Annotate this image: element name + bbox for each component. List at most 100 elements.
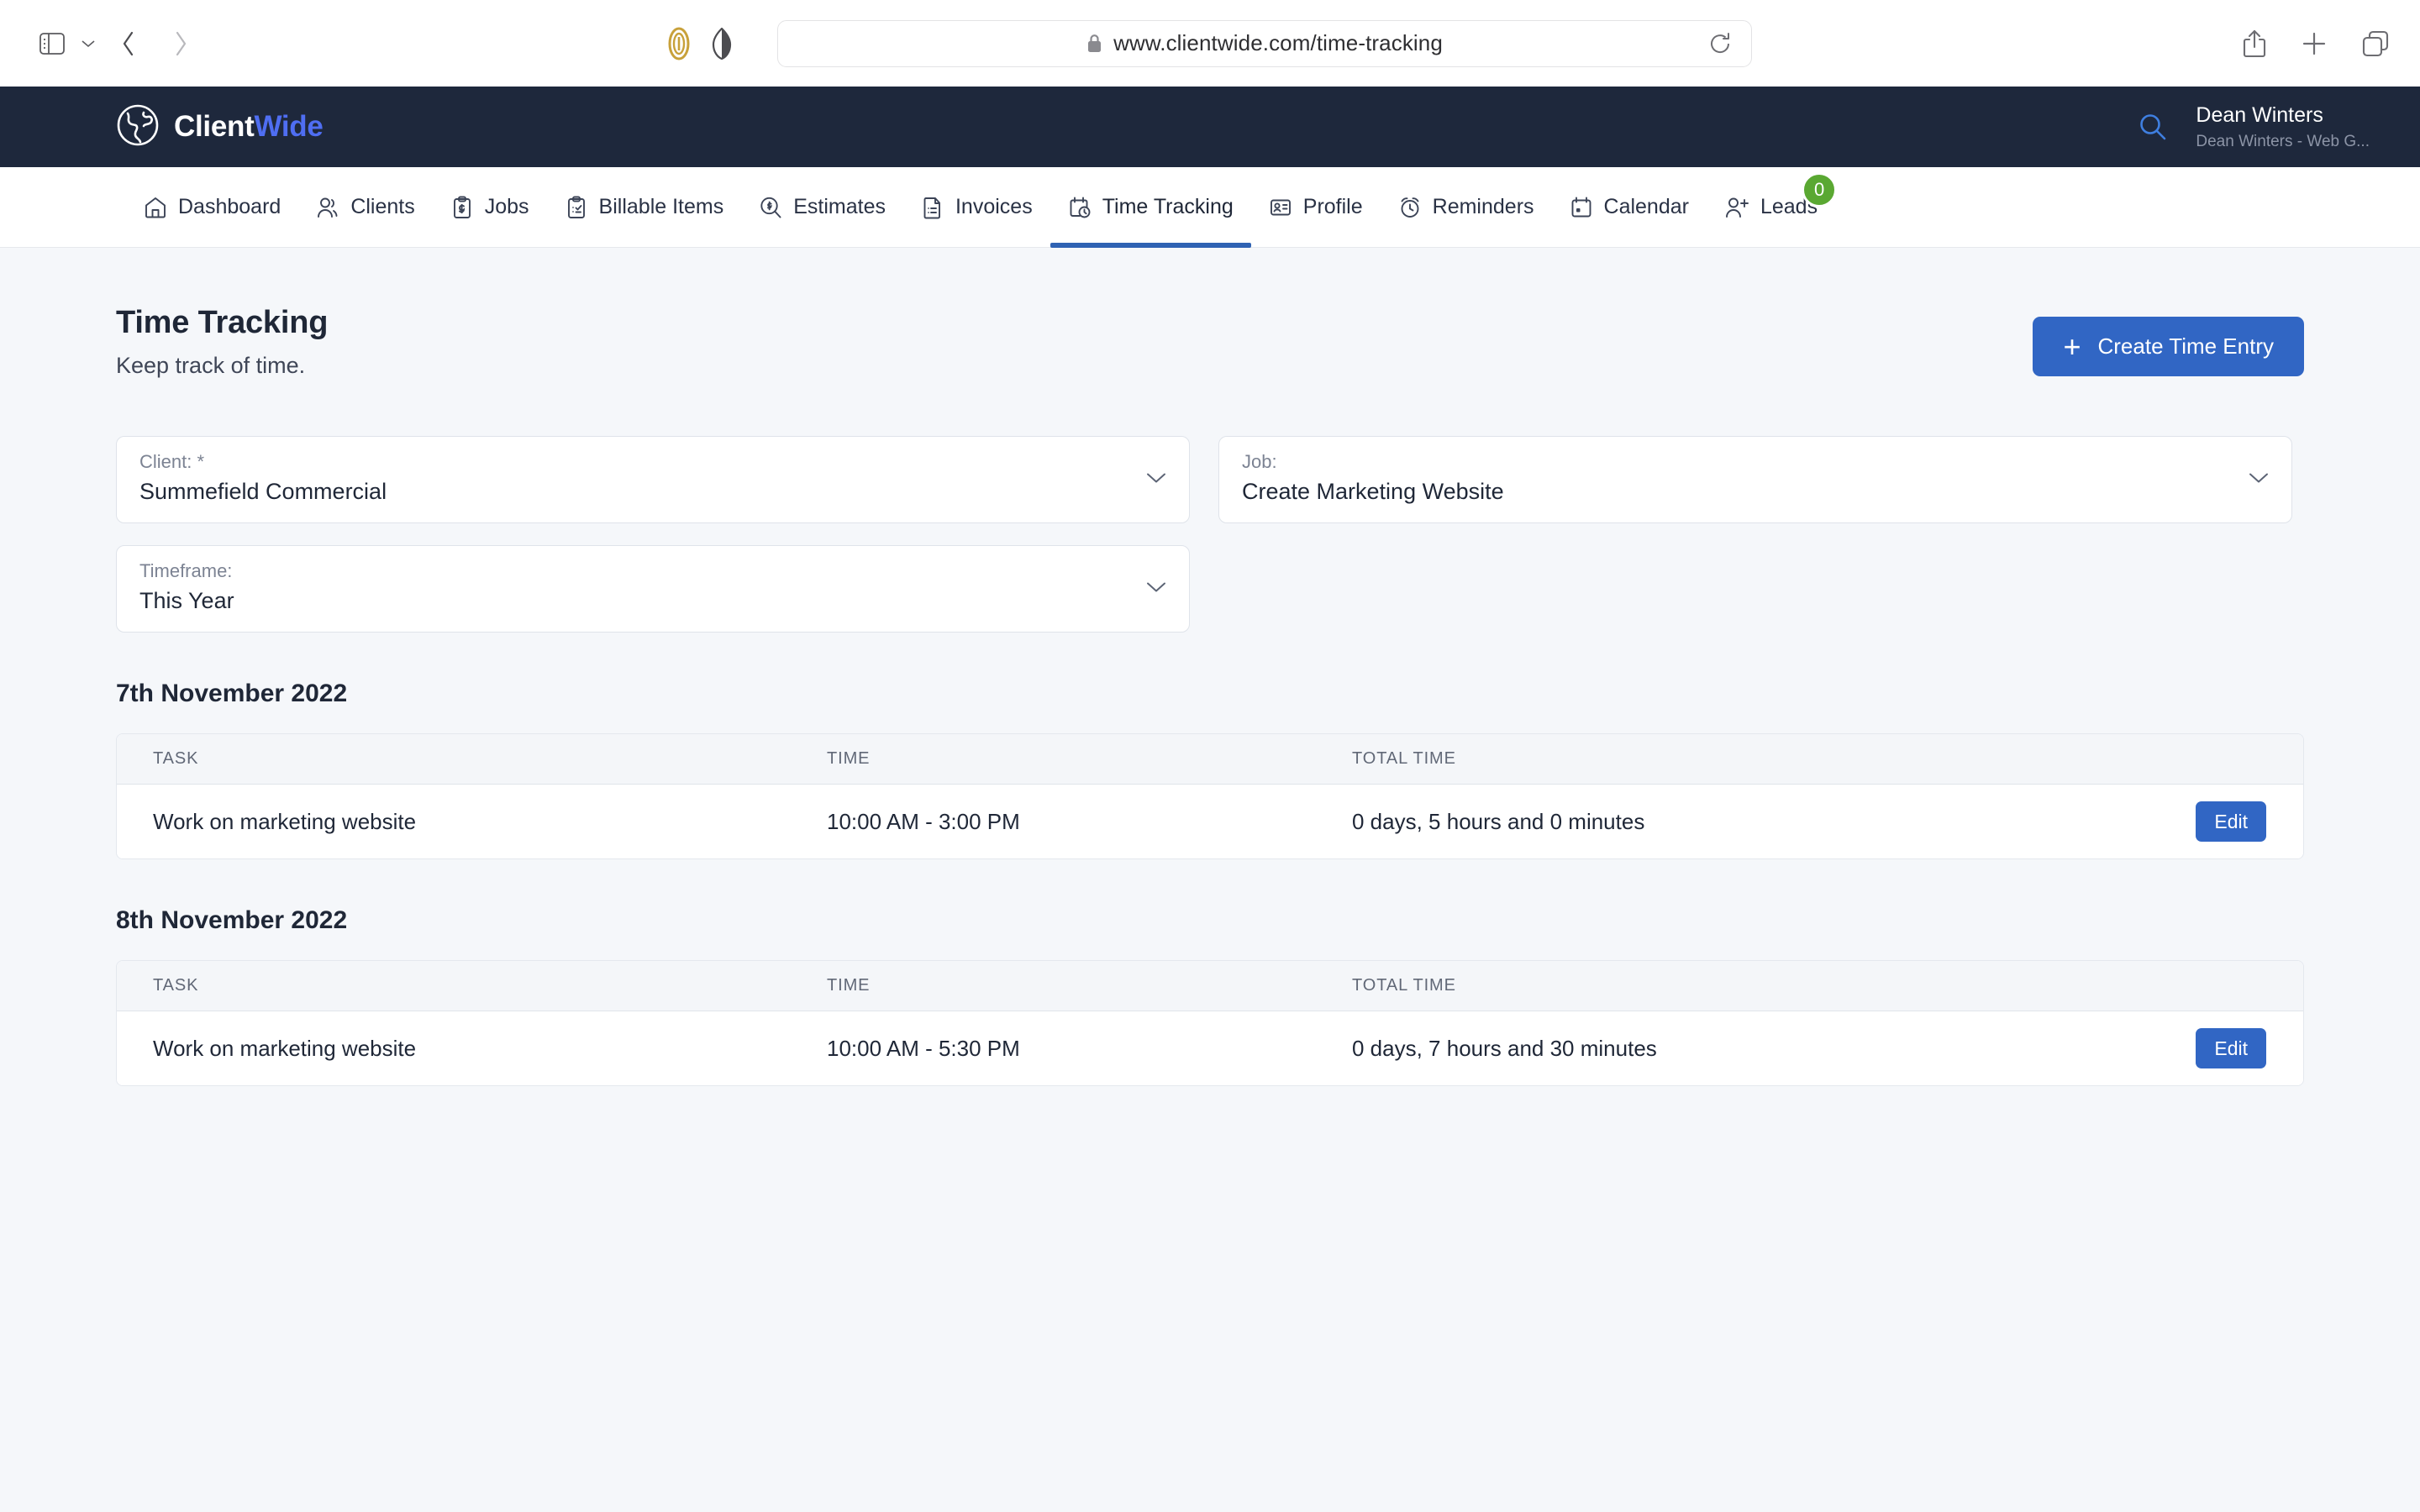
id-card-icon <box>1269 196 1292 219</box>
share-icon[interactable] <box>2242 29 2267 59</box>
cell-time: 10:00 AM - 3:00 PM <box>827 808 1020 834</box>
nav-label: Billable Items <box>598 195 724 218</box>
column-header-total: TOTAL TIME <box>1352 976 1456 995</box>
leads-badge: 0 <box>1802 172 1838 207</box>
nav-item-reminders[interactable]: Reminders <box>1381 167 1552 247</box>
user-name: Dean Winters <box>2196 102 2323 127</box>
chevron-down-icon <box>1145 471 1167 489</box>
job-select-value: Create Marketing Website <box>1242 479 1504 504</box>
browser-nav-controls <box>30 22 207 66</box>
alarm-clock-icon <box>1398 196 1422 219</box>
nav-label: Dashboard <box>178 195 281 218</box>
column-header-task: TASK <box>153 749 199 768</box>
date-heading: 8th November 2022 <box>116 906 348 934</box>
date-heading: 7th November 2022 <box>116 680 348 707</box>
nav-label: Invoices <box>955 195 1033 218</box>
table-row: Work on marketing website 10:00 AM - 5:3… <box>117 1011 2303 1085</box>
timeframe-select-value: This Year <box>139 588 234 613</box>
filter-panel: Client: * Summefield Commercial Job: Cre… <box>116 436 2304 633</box>
nav-item-leads[interactable]: Leads 0 <box>1707 167 1838 247</box>
calendar-icon <box>1570 196 1593 219</box>
time-entries-table: TASK TIME TOTAL TIME Work on marketing w… <box>116 960 2304 1086</box>
page-subtitle: Keep track of time. <box>116 353 306 378</box>
time-entries-table: TASK TIME TOTAL TIME Work on marketing w… <box>116 733 2304 859</box>
column-header-time: TIME <box>827 976 871 995</box>
app-header: ClientWide Dean Winters Dean Winters - W… <box>0 87 2420 167</box>
plus-icon[interactable] <box>2301 30 2328 57</box>
edit-button[interactable]: Edit <box>2196 801 2266 842</box>
address-bar[interactable]: www.clientwide.com/time-tracking <box>777 19 1752 67</box>
table-header-row: TASK TIME TOTAL TIME <box>117 734 2303 785</box>
nav-item-dashboard[interactable]: Dashboard <box>126 167 298 247</box>
app-logo[interactable]: ClientWide <box>116 103 324 151</box>
date-group: 7th November 2022 TASK TIME TOTAL TIME W… <box>116 680 2304 859</box>
page-header: Time Tracking Keep track of time. + Crea… <box>116 248 2304 379</box>
globe-icon <box>116 103 160 151</box>
privacy-shield-icon[interactable] <box>712 27 732 60</box>
nav-label: Estimates <box>793 195 886 218</box>
calendar-clock-icon <box>1068 196 1092 219</box>
nav-item-billable-items[interactable]: Billable Items <box>547 167 742 247</box>
extension-icon[interactable] <box>668 27 690 60</box>
chevron-down-icon <box>2248 471 2270 489</box>
logo-text-primary: Client <box>174 110 255 143</box>
home-icon <box>144 196 167 219</box>
user-subtitle: Dean Winters - Web G... <box>2196 132 2370 150</box>
nav-item-time-tracking[interactable]: Time Tracking <box>1050 167 1251 248</box>
filter-row-1: Client: * Summefield Commercial Job: Cre… <box>116 436 2304 523</box>
chevron-down-icon <box>1145 580 1167 598</box>
client-select-label: Client: * <box>139 451 205 472</box>
filter-row-2: Timeframe: This Year <box>116 545 2304 633</box>
document-icon <box>921 196 944 219</box>
clipboard-check-icon <box>565 196 588 219</box>
cell-task: Work on marketing website <box>153 808 417 834</box>
browser-extension-icons <box>668 27 732 60</box>
chevron-down-icon[interactable] <box>74 22 103 66</box>
nav-item-clients[interactable]: Clients <box>298 167 432 247</box>
user-info[interactable]: Dean Winters Dean Winters - Web G... <box>2196 102 2370 152</box>
plus-icon: + <box>2063 328 2081 364</box>
browser-toolbar: www.clientwide.com/time-tracking <box>0 0 2420 87</box>
column-header-time: TIME <box>827 749 871 768</box>
nav-item-invoices[interactable]: Invoices <box>903 167 1050 247</box>
edit-button[interactable]: Edit <box>2196 1028 2266 1068</box>
nav-label: Jobs <box>484 195 529 218</box>
nav-label: Profile <box>1302 195 1363 218</box>
nav-item-jobs[interactable]: Jobs <box>433 167 547 247</box>
date-group: 8th November 2022 TASK TIME TOTAL TIME W… <box>116 906 2304 1086</box>
tab-overview-icon[interactable] <box>2361 29 2390 58</box>
client-select-value: Summefield Commercial <box>139 479 387 504</box>
reload-icon[interactable] <box>1707 31 1733 56</box>
table-row: Work on marketing website 10:00 AM - 3:0… <box>117 785 2303 858</box>
timeframe-select[interactable]: Timeframe: This Year <box>116 545 1190 633</box>
table-header-row: TASK TIME TOTAL TIME <box>117 961 2303 1011</box>
url-text: www.clientwide.com/time-tracking <box>1113 30 1443 55</box>
users-icon <box>316 196 339 219</box>
back-arrow-icon[interactable] <box>103 22 155 66</box>
cell-total: 0 days, 7 hours and 30 minutes <box>1352 1035 1657 1061</box>
clipboard-dollar-icon <box>450 196 474 219</box>
cell-total: 0 days, 5 hours and 0 minutes <box>1352 808 1645 834</box>
sidebar-toggle-icon[interactable] <box>30 22 74 66</box>
forward-arrow-icon[interactable] <box>155 22 207 66</box>
job-select-label: Job: <box>1242 451 1277 472</box>
create-time-entry-button[interactable]: + Create Time Entry <box>2033 317 2304 376</box>
nav-item-profile[interactable]: Profile <box>1251 167 1381 247</box>
cell-task: Work on marketing website <box>153 1035 417 1061</box>
nav-label: Clients <box>350 195 415 218</box>
magnifier-dollar-icon <box>759 196 782 219</box>
logo-text-secondary: Wide <box>254 110 324 143</box>
nav-item-calendar[interactable]: Calendar <box>1552 167 1707 247</box>
nav-item-estimates[interactable]: Estimates <box>741 167 903 247</box>
lock-icon <box>1086 34 1102 53</box>
job-select[interactable]: Job: Create Marketing Website <box>1218 436 2292 523</box>
client-select[interactable]: Client: * Summefield Commercial <box>116 436 1190 523</box>
column-header-total: TOTAL TIME <box>1352 749 1456 768</box>
nav-label: Calendar <box>1603 195 1689 218</box>
create-time-entry-label: Create Time Entry <box>2097 333 2274 359</box>
page-title: Time Tracking <box>116 305 329 340</box>
page-content: Time Tracking Keep track of time. + Crea… <box>0 248 2420 1512</box>
search-icon[interactable] <box>2139 113 2167 141</box>
cell-time: 10:00 AM - 5:30 PM <box>827 1035 1020 1061</box>
user-plus-icon <box>1724 196 1749 219</box>
